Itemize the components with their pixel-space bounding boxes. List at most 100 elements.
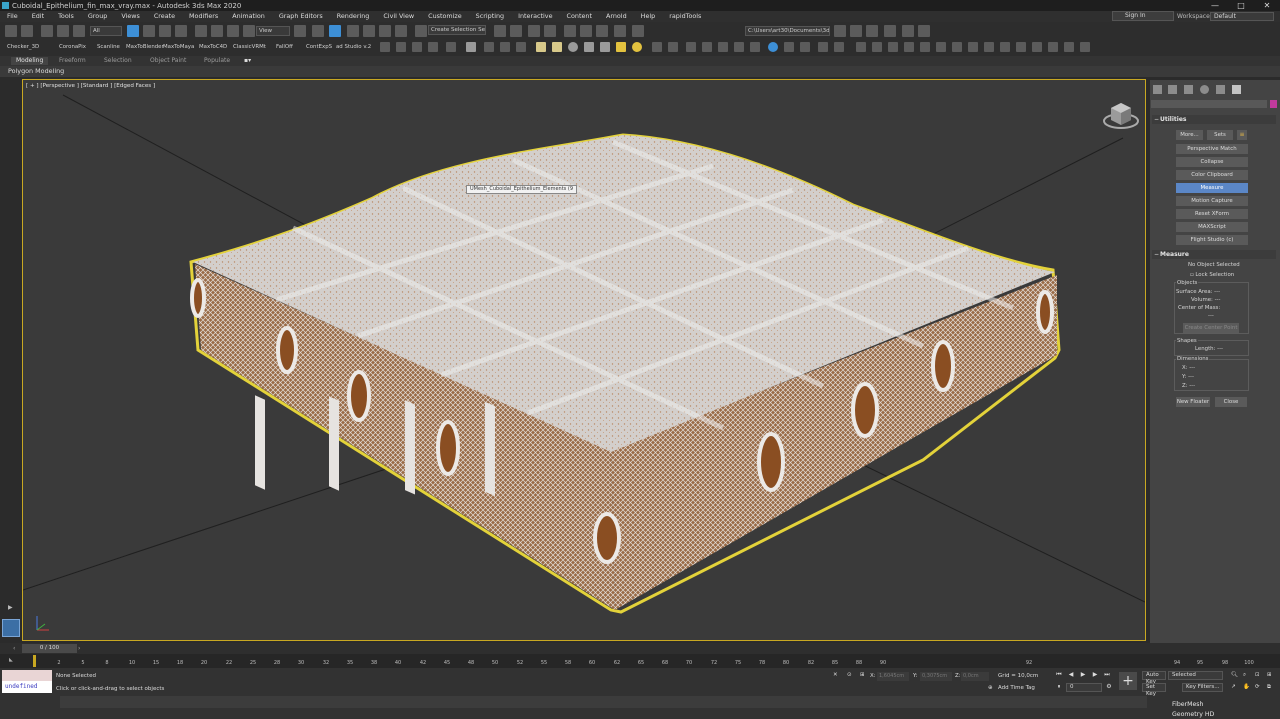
vray-sphere-icon[interactable] bbox=[568, 42, 578, 52]
angle-snap-icon[interactable] bbox=[363, 25, 375, 37]
shelf-tool-icon[interactable] bbox=[968, 42, 978, 52]
bind-spacewarp-icon[interactable] bbox=[73, 25, 85, 37]
curve-editor-icon[interactable] bbox=[580, 25, 592, 37]
maxscript-listener[interactable]: undefined bbox=[2, 670, 52, 693]
vray-ies-icon[interactable] bbox=[600, 42, 610, 52]
shelf-tool-icon[interactable] bbox=[1016, 42, 1026, 52]
zoom-extents-icon[interactable]: ⊡ bbox=[1255, 672, 1260, 678]
shelf-tool-icon[interactable] bbox=[834, 42, 844, 52]
slider-next-icon[interactable]: › bbox=[78, 645, 80, 652]
pivot-center-icon[interactable] bbox=[294, 25, 306, 37]
shelf-contexps[interactable]: ContExpS bbox=[306, 44, 332, 50]
menu-file[interactable]: File bbox=[0, 11, 25, 22]
pan-icon[interactable]: ✋ bbox=[1243, 684, 1250, 690]
configure-sets-icon[interactable]: ≡ bbox=[1237, 130, 1247, 140]
utility-motion-capture[interactable]: Motion Capture bbox=[1176, 196, 1248, 206]
sets-button[interactable]: Sets bbox=[1207, 130, 1233, 140]
mirror-icon[interactable] bbox=[494, 25, 506, 37]
material-editor-icon[interactable] bbox=[614, 25, 626, 37]
create-panel-icon[interactable] bbox=[1153, 85, 1162, 94]
shelf-tool-icon[interactable] bbox=[428, 42, 438, 52]
link-icon[interactable] bbox=[41, 25, 53, 37]
select-manipulate-icon[interactable] bbox=[312, 25, 324, 37]
add-time-tag[interactable]: Add Time Tag bbox=[998, 685, 1035, 691]
shelf-tool-icon[interactable] bbox=[1064, 42, 1074, 52]
previous-frame-icon[interactable]: ◀ bbox=[1067, 671, 1075, 679]
absolute-mode-icon[interactable]: ⊞ bbox=[860, 672, 865, 678]
vray-sun-light-icon[interactable] bbox=[616, 42, 626, 52]
play-left-icon[interactable]: ▶ bbox=[8, 604, 13, 611]
menu-civil-view[interactable]: Civil View bbox=[376, 11, 421, 22]
close-button[interactable]: ✕ bbox=[1254, 0, 1280, 11]
menu-edit[interactable]: Edit bbox=[25, 11, 51, 22]
tab-freeform[interactable]: Freeform bbox=[59, 57, 86, 65]
shelf-ad-studio[interactable]: ad Studio v.2 bbox=[336, 44, 371, 50]
vray-ipr-icon[interactable] bbox=[918, 25, 930, 37]
shelf-falloff[interactable]: FallOff bbox=[276, 44, 293, 50]
orbit-icon[interactable]: ⟳ bbox=[1255, 684, 1260, 690]
shelf-classicvrmt[interactable]: ClassicVRMt bbox=[233, 44, 266, 50]
move-icon[interactable] bbox=[195, 25, 207, 37]
tab-modeling[interactable]: Modeling bbox=[11, 57, 49, 65]
select-by-name-icon[interactable] bbox=[143, 25, 155, 37]
goto-start-icon[interactable]: ⏮ bbox=[1055, 671, 1063, 679]
edit-named-selection-icon[interactable] bbox=[415, 25, 427, 37]
zoom-extents-all-icon[interactable]: ⊞ bbox=[1267, 672, 1272, 678]
scale-icon[interactable] bbox=[227, 25, 239, 37]
shelf-tool-icon[interactable] bbox=[768, 42, 778, 52]
hierarchy-panel-icon[interactable] bbox=[1184, 85, 1193, 94]
zoom-all-icon[interactable]: ⌕ bbox=[1243, 672, 1246, 679]
shelf-tool-icon[interactable] bbox=[750, 42, 760, 52]
shelf-tool-icon[interactable] bbox=[466, 42, 476, 52]
display-panel-icon[interactable] bbox=[1216, 85, 1225, 94]
add-time-tag-icon[interactable]: ⊕ bbox=[988, 685, 993, 691]
reference-coord-dropdown[interactable]: View bbox=[256, 26, 290, 36]
shelf-tool-icon[interactable] bbox=[872, 42, 882, 52]
maxscript-output[interactable]: undefined bbox=[2, 681, 52, 693]
auto-key-button[interactable]: Auto Key bbox=[1142, 671, 1166, 685]
render-setup-icon[interactable] bbox=[632, 25, 644, 37]
rendered-frame-window-icon[interactable] bbox=[834, 25, 846, 37]
modify-panel-icon[interactable] bbox=[1168, 85, 1177, 94]
track-bar-toggle-icon[interactable]: ◣ bbox=[9, 657, 13, 663]
menu-group[interactable]: Group bbox=[81, 11, 114, 22]
utility-perspective-match[interactable]: Perspective Match bbox=[1176, 144, 1248, 154]
select-object-icon[interactable] bbox=[127, 25, 139, 37]
next-frame-icon[interactable]: ▶ bbox=[1091, 671, 1099, 679]
shelf-tool-icon[interactable] bbox=[412, 42, 422, 52]
shelf-tool-icon[interactable] bbox=[652, 42, 662, 52]
floater-item-geometry-hd[interactable]: Geometry HD bbox=[1172, 711, 1214, 718]
close-measure-button[interactable]: Close bbox=[1215, 397, 1247, 407]
toggle-scene-explorer-icon[interactable] bbox=[528, 25, 540, 37]
vray-light-icon[interactable] bbox=[552, 42, 562, 52]
vray-sun-icon[interactable] bbox=[536, 42, 546, 52]
isolate-selection-icon[interactable]: ✕ bbox=[833, 672, 838, 678]
shelf-tool-icon[interactable] bbox=[856, 42, 866, 52]
vray-plane-icon[interactable] bbox=[584, 42, 594, 52]
rotate-icon[interactable] bbox=[211, 25, 223, 37]
keyboard-shortcut-override-icon[interactable] bbox=[329, 25, 341, 37]
selection-lock-icon[interactable]: ⊙ bbox=[847, 672, 852, 678]
utility-flight-studio[interactable]: Flight Studio (c) bbox=[1176, 235, 1248, 245]
play-icon[interactable]: ▶ bbox=[1079, 671, 1087, 679]
shelf-tool-icon[interactable] bbox=[952, 42, 962, 52]
menu-content[interactable]: Content bbox=[560, 11, 599, 22]
playhead[interactable] bbox=[33, 655, 36, 667]
menu-graph-editors[interactable]: Graph Editors bbox=[272, 11, 330, 22]
utility-maxscript[interactable]: MAXScript bbox=[1176, 222, 1248, 232]
ribbon-options-icon[interactable]: ▪▾ bbox=[244, 57, 251, 65]
shelf-tool-icon[interactable] bbox=[734, 42, 744, 52]
menu-tools[interactable]: Tools bbox=[51, 11, 81, 22]
schematic-view-icon[interactable] bbox=[596, 25, 608, 37]
shelf-tool-icon[interactable] bbox=[936, 42, 946, 52]
redo-icon[interactable] bbox=[21, 25, 33, 37]
selection-filter-dropdown[interactable]: All bbox=[90, 26, 122, 36]
shelf-tool-icon[interactable] bbox=[686, 42, 696, 52]
shelf-maxtomaya[interactable]: MaxToMaya bbox=[163, 44, 194, 50]
named-selection-sets-dropdown[interactable]: Create Selection Se bbox=[428, 25, 486, 35]
shelf-maxtoblender[interactable]: MaxToBlender bbox=[126, 44, 164, 50]
shelf-tool-icon[interactable] bbox=[446, 42, 456, 52]
shelf-tool-icon[interactable] bbox=[718, 42, 728, 52]
menu-animation[interactable]: Animation bbox=[225, 11, 272, 22]
shelf-tool-icon[interactable] bbox=[500, 42, 510, 52]
